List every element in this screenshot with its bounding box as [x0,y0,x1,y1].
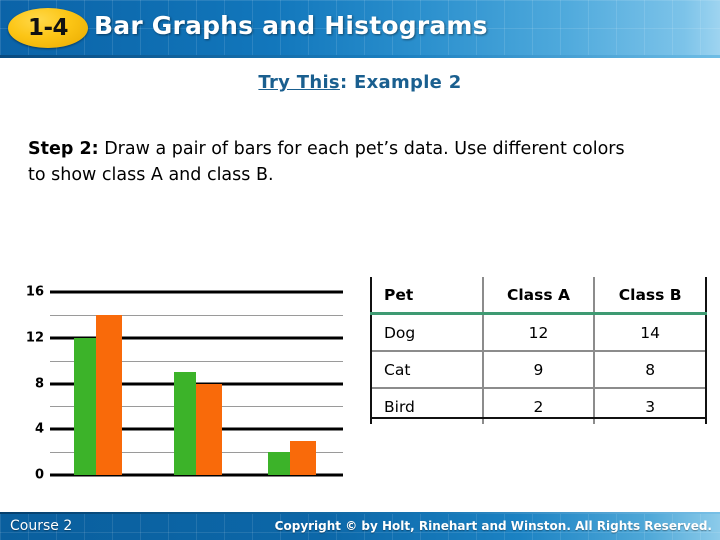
footer-course-label: Course 2 [10,518,73,534]
table-cell-pet: Dog [370,313,484,351]
lesson-number-label: 1-4 [27,15,69,41]
lesson-number-badge: 1-4 [8,8,88,48]
footer-top-edge [0,512,720,514]
slide-subtitle: Try This: Example 2 [0,72,720,93]
table-body: Dog 12 14 Cat 9 8 Bird 2 3 [370,313,707,424]
table-cell-class-a: 12 [481,313,596,351]
y-axis-tick-label: 16 [25,284,44,300]
table-header-class-b: Class B [593,277,707,315]
bar-cat-class-b [196,383,222,475]
y-axis-tick-label: 4 [34,421,44,437]
y-axis-tick-label: 8 [34,376,44,391]
bar-bird-class-a [268,452,290,475]
gridline-minor [50,314,343,316]
step-label: Step 2: [28,139,99,159]
table-cell-pet: Cat [370,350,484,388]
bar-dog-class-b [96,314,122,475]
table-header-pet: Pet [370,277,484,315]
pet-data-table: Pet Class A Class B Dog 12 14 Cat 9 8 Bird 2 3 [370,277,707,424]
y-axis-tick-label: 0 [34,467,44,483]
footer-copyright-label: Copyright © by Holt, Rinehart and Winsto… [274,519,712,533]
table-bottom-border [370,417,707,419]
table-header-row: Pet Class A Class B [370,277,707,315]
header-bar: 1-4 Bar Graphs and Histograms [0,0,720,58]
table-cell-class-b: 14 [593,313,707,351]
table-row: Cat 9 8 [370,350,707,388]
table-header-class-a: Class A [481,277,596,315]
table-header: Pet Class A Class B [370,277,707,315]
header-bottom-edge [0,55,720,58]
step-instruction: Step 2: Draw a pair of bars for each pet… [28,136,642,188]
page-title: Bar Graphs and Histograms [94,11,488,40]
subtitle-underlined-text: Try This [258,72,340,93]
footer-bar: Course 2 Copyright © by Holt, Rinehart a… [0,512,720,540]
bar-dog-class-a [74,337,96,475]
bar-bird-class-b [290,440,316,475]
table-row: Dog 12 14 [370,313,707,351]
bar-chart: 16 12 8 4 0 [0,275,360,490]
subtitle-rest-text: : Example 2 [339,72,462,93]
gridline-major [50,290,343,294]
table-cell-class-b: 8 [593,350,707,388]
y-axis-tick-label: 12 [25,330,44,346]
bar-cat-class-a [174,372,196,475]
table-cell-class-a: 9 [481,350,596,388]
step-body-text: Draw a pair of bars for each pet’s data.… [28,139,625,185]
